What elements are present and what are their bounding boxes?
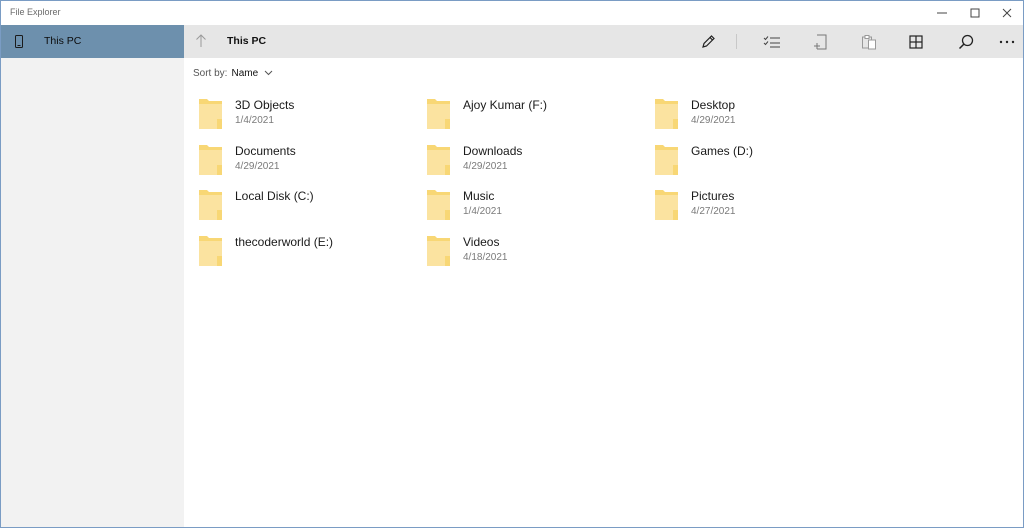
sidebar-item-this-pc[interactable]: This PC xyxy=(1,25,184,58)
title-bar: File Explorer xyxy=(1,1,1023,25)
folder-item[interactable]: Music 1/4/2021 xyxy=(426,189,626,229)
maximize-icon xyxy=(970,8,980,18)
folder-item[interactable]: Desktop 4/29/2021 xyxy=(654,98,854,138)
select-button[interactable] xyxy=(758,29,786,54)
new-button[interactable] xyxy=(806,29,834,54)
up-arrow-icon[interactable] xyxy=(195,34,207,53)
maximize-button[interactable] xyxy=(959,1,991,25)
folder-date: 4/27/2021 xyxy=(691,206,736,217)
minimize-button[interactable] xyxy=(926,1,958,25)
folder-item[interactable]: Videos 4/18/2021 xyxy=(426,235,626,275)
select-icon xyxy=(763,35,780,47)
folder-name: Pictures xyxy=(691,189,735,203)
folder-date: 4/29/2021 xyxy=(691,115,736,126)
search-button[interactable] xyxy=(952,29,980,54)
folder-icon xyxy=(198,98,223,135)
folder-icon xyxy=(654,98,679,135)
folder-icon xyxy=(198,144,223,181)
folder-icon xyxy=(198,235,223,272)
folder-icon xyxy=(426,189,451,226)
sidebar: This PC xyxy=(1,25,184,527)
paste-button[interactable] xyxy=(855,29,883,54)
window-title: File Explorer xyxy=(10,7,61,17)
rename-button[interactable] xyxy=(694,29,722,54)
folder-item[interactable]: 3D Objects 1/4/2021 xyxy=(198,98,398,138)
folder-date: 1/4/2021 xyxy=(235,115,274,126)
folder-name: Music xyxy=(463,189,495,203)
folder-name: Games (D:) xyxy=(691,144,754,158)
close-icon xyxy=(1002,8,1012,18)
folder-icon xyxy=(654,144,679,181)
view-icon xyxy=(909,34,923,49)
folder-name: Videos xyxy=(463,235,500,249)
folder-item[interactable]: Ajoy Kumar (F:) xyxy=(426,98,626,138)
device-icon xyxy=(14,35,24,53)
folder-icon xyxy=(426,235,451,272)
folder-name: Ajoy Kumar (F:) xyxy=(463,98,548,112)
folder-date: 4/29/2021 xyxy=(235,161,280,172)
folder-icon xyxy=(426,144,451,181)
new-icon xyxy=(814,34,827,49)
location-title: This PC xyxy=(227,35,267,47)
minimize-icon xyxy=(937,12,947,14)
sidebar-item-label: This PC xyxy=(44,35,82,47)
folder-icon xyxy=(654,189,679,226)
folder-name: Local Disk (C:) xyxy=(235,189,314,203)
folder-item[interactable]: thecoderworld (E:) xyxy=(198,235,398,275)
chevron-down-icon xyxy=(264,68,273,79)
folder-name: Desktop xyxy=(691,98,736,112)
sort-value: Name xyxy=(231,68,259,79)
folder-date: 4/29/2021 xyxy=(463,161,508,172)
folder-item[interactable]: Games (D:) xyxy=(654,144,854,184)
view-button[interactable] xyxy=(902,29,930,54)
rename-icon xyxy=(702,34,715,48)
search-icon xyxy=(958,34,974,49)
close-button[interactable] xyxy=(991,1,1023,25)
folder-icon xyxy=(426,98,451,135)
folder-item[interactable]: Local Disk (C:) xyxy=(198,189,398,229)
folder-name: 3D Objects xyxy=(235,98,295,112)
toolbar-separator xyxy=(736,34,737,49)
more-icon xyxy=(999,40,1015,43)
folder-item[interactable]: Documents 4/29/2021 xyxy=(198,144,398,184)
file-explorer-window: File Explorer This PC This PC Sort by: N… xyxy=(0,0,1024,528)
folder-name: Downloads xyxy=(463,144,523,158)
folder-item[interactable]: Pictures 4/27/2021 xyxy=(654,189,854,229)
toolbar: This PC xyxy=(184,25,1023,58)
sort-selector[interactable]: Sort by: Name xyxy=(193,68,273,79)
folder-date: 1/4/2021 xyxy=(463,206,502,217)
sort-label: Sort by: xyxy=(193,68,228,79)
folder-name: thecoderworld (E:) xyxy=(235,235,334,249)
folder-name: Documents xyxy=(235,144,296,158)
paste-icon xyxy=(862,34,876,49)
folder-date: 4/18/2021 xyxy=(463,252,508,263)
folder-item[interactable]: Downloads 4/29/2021 xyxy=(426,144,626,184)
folder-icon xyxy=(198,189,223,226)
more-button[interactable] xyxy=(993,29,1021,54)
